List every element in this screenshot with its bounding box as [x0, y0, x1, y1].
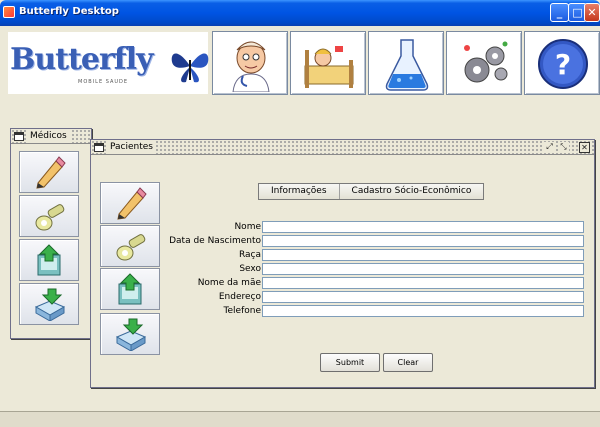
- status-strip: [0, 411, 600, 427]
- raca-field[interactable]: [262, 249, 584, 261]
- flask-icon: [385, 39, 429, 91]
- medicos-key-button[interactable]: [19, 195, 79, 237]
- form-row-sexo: Sexo: [169, 263, 589, 275]
- nome-mae-field[interactable]: [262, 277, 584, 289]
- medicos-frame[interactable]: Médicos: [10, 128, 92, 339]
- nome-field[interactable]: [262, 221, 584, 233]
- nome-mae-label: Nome da mãe: [197, 278, 261, 288]
- key-icon: [35, 204, 65, 231]
- medicos-import-button[interactable]: [19, 283, 79, 325]
- butterfly-icon: [171, 53, 209, 83]
- form-row-raca: Raça: [169, 249, 589, 261]
- clear-button[interactable]: Clear: [383, 353, 433, 372]
- settings-toolbar-button[interactable]: [446, 31, 522, 95]
- butterfly-logo: Butterfly MOBILE SAUDE: [8, 32, 209, 94]
- telefone-label: Telefone: [223, 306, 261, 316]
- nome-label: Nome: [234, 222, 261, 232]
- help-icon: ?: [538, 39, 588, 89]
- form-row-data-nascimento: Data de Nascimento: [169, 235, 589, 247]
- pacientes-tabbar: Informações Cadastro Sócio-Econômico: [258, 183, 485, 200]
- data-nascimento-field[interactable]: [262, 235, 584, 247]
- patients-toolbar-button[interactable]: [290, 31, 366, 95]
- medicos-frame-title: Médicos: [27, 130, 70, 143]
- pacientes-import-button[interactable]: [100, 313, 160, 355]
- form-row-endereco: Endereço: [169, 291, 589, 303]
- form-row-telefone: Telefone: [169, 305, 589, 317]
- form-row-nome-mae: Nome da mãe: [169, 277, 589, 289]
- doctor-icon: [232, 41, 270, 92]
- logo-text: Butterfly: [10, 42, 154, 77]
- banner-toolbar: Butterfly MOBILE SAUDE ?: [0, 26, 600, 100]
- frame-maximize-icon[interactable]: ⤡: [558, 142, 569, 153]
- app-icon: [3, 6, 15, 18]
- pacientes-key-button[interactable]: [100, 225, 160, 267]
- data-nascimento-label: Data de Nascimento: [169, 236, 261, 246]
- frame-close-icon[interactable]: ✕: [579, 142, 590, 153]
- window-titlebar[interactable]: Butterfly Desktop _ □ ✕: [0, 0, 600, 26]
- doctors-toolbar-button[interactable]: [212, 31, 288, 95]
- medicos-export-button[interactable]: [19, 239, 79, 281]
- form-row-nome: Nome: [169, 221, 589, 233]
- telefone-field[interactable]: [262, 305, 584, 317]
- pacientes-frame-title: Pacientes: [107, 141, 156, 154]
- gears-icon: [464, 41, 508, 83]
- frame-minimize-icon[interactable]: ⤢: [544, 142, 555, 153]
- import-icon: [34, 288, 66, 321]
- export-icon: [118, 273, 142, 305]
- tab-cadastro-socio-economico[interactable]: Cadastro Sócio-Econômico: [338, 184, 484, 199]
- medicos-edit-button[interactable]: [19, 151, 79, 193]
- pacientes-frame[interactable]: Pacientes ⤢ ⤡ ✕ Informações Cadastro Sóc…: [90, 139, 595, 388]
- edit-icon: [36, 156, 66, 189]
- help-toolbar-button[interactable]: ?: [524, 31, 600, 95]
- tab-informacoes[interactable]: Informações: [259, 184, 339, 199]
- frame-icon: [14, 132, 24, 141]
- sexo-label: Sexo: [239, 264, 261, 274]
- import-icon: [115, 318, 147, 351]
- submit-button[interactable]: Submit: [320, 353, 380, 372]
- sexo-field[interactable]: [262, 263, 584, 275]
- logo-subtitle: MOBILE SAUDE: [78, 79, 129, 85]
- pacientes-export-button[interactable]: [100, 268, 160, 310]
- lab-toolbar-button[interactable]: [368, 31, 444, 95]
- pacientes-frame-titlebar[interactable]: Pacientes ⤢ ⤡ ✕: [91, 140, 594, 155]
- minimize-button[interactable]: _: [550, 3, 569, 22]
- medicos-frame-titlebar[interactable]: Médicos: [11, 129, 91, 144]
- window-title: Butterfly Desktop: [19, 6, 119, 17]
- edit-icon: [117, 187, 147, 220]
- key-icon: [116, 234, 146, 261]
- pacientes-edit-button[interactable]: [100, 182, 160, 224]
- export-icon: [37, 244, 61, 276]
- frame-icon: [94, 143, 104, 152]
- endereco-label: Endereço: [218, 292, 261, 302]
- close-button[interactable]: ✕: [584, 3, 600, 22]
- endereco-field[interactable]: [262, 291, 584, 303]
- svg-text:?: ?: [555, 48, 571, 81]
- patient-icon: [304, 46, 354, 88]
- raca-label: Raça: [238, 250, 261, 260]
